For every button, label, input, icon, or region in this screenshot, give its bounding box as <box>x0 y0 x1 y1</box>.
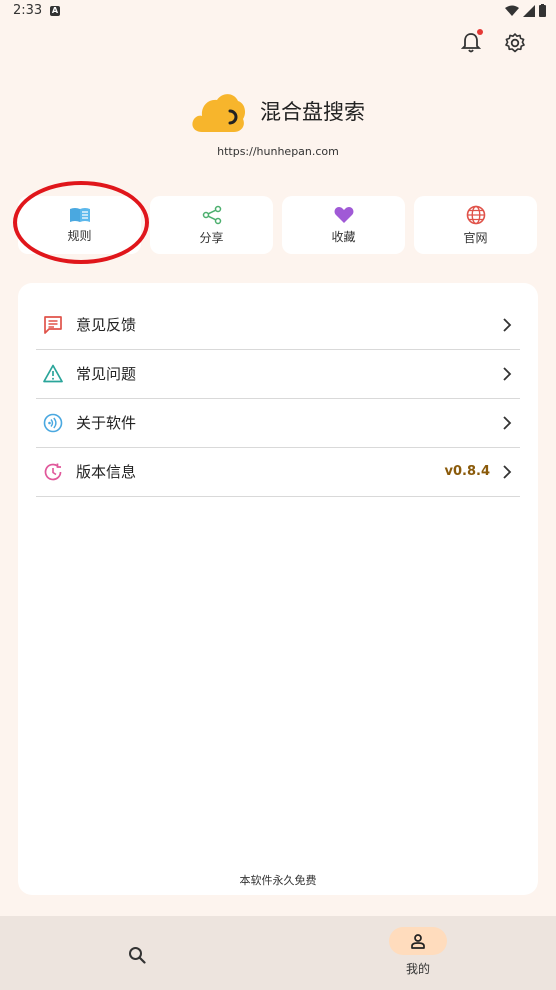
chevron-right-icon <box>503 317 512 332</box>
status-time: 2:33 <box>13 3 43 18</box>
menu-label-faq: 常见问题 <box>76 365 137 383</box>
app-title: 混合盘搜索 <box>260 100 365 124</box>
favorites-label: 收藏 <box>331 229 356 244</box>
bottom-navigation: 我的 <box>0 916 556 990</box>
official-site-button[interactable]: 官网 <box>414 196 537 254</box>
version-value: v0.8.4 <box>444 464 491 479</box>
site-url: https://hunhepan.com <box>217 145 339 158</box>
menu-item-faq[interactable]: 常见问题 <box>36 349 520 399</box>
nav-me-label: 我的 <box>405 962 430 976</box>
gear-icon <box>505 33 525 53</box>
notifications-button[interactable] <box>457 29 485 57</box>
menu-label-about: 关于软件 <box>76 414 137 432</box>
menu-item-about[interactable]: 关于软件 <box>36 398 520 448</box>
menu-item-version[interactable]: 版本信息 v0.8.4 <box>36 447 520 497</box>
heart-icon <box>334 206 353 223</box>
notification-a-icon: A <box>50 6 60 16</box>
info-icon <box>42 412 64 434</box>
menu-item-feedback[interactable]: 意见反馈 <box>36 300 520 350</box>
history-icon <box>42 461 64 483</box>
nav-me-button[interactable] <box>389 927 447 955</box>
person-icon <box>411 934 425 949</box>
menu-label-version: 版本信息 <box>76 463 137 481</box>
favorites-button[interactable]: 收藏 <box>282 196 405 254</box>
status-icons <box>505 4 546 17</box>
share-icon <box>202 205 221 224</box>
wifi-icon <box>505 5 519 16</box>
official-site-label: 官网 <box>463 230 488 245</box>
warning-icon <box>42 363 64 385</box>
battery-icon <box>539 4 546 17</box>
notification-dot <box>477 29 483 35</box>
rules-button[interactable]: 规则 <box>18 196 141 254</box>
globe-icon <box>466 205 485 224</box>
cloud-logo-icon <box>192 94 246 132</box>
rules-label: 规则 <box>67 228 92 243</box>
free-software-note: 本软件永久免费 <box>239 874 317 887</box>
share-button[interactable]: 分享 <box>150 196 273 254</box>
menu-label-feedback: 意见反馈 <box>76 316 137 334</box>
status-bar: 2:33 A <box>0 0 556 24</box>
book-icon <box>69 207 90 222</box>
chevron-right-icon <box>503 464 512 479</box>
share-label: 分享 <box>199 230 224 245</box>
chevron-right-icon <box>503 415 512 430</box>
settings-button[interactable] <box>501 29 529 57</box>
app-header: 混合盘搜索 <box>190 86 365 136</box>
signal-icon <box>523 4 535 17</box>
feedback-icon <box>42 314 64 336</box>
search-icon <box>129 947 146 964</box>
nav-search-button[interactable] <box>122 940 152 970</box>
chevron-right-icon <box>503 366 512 381</box>
bell-icon <box>461 33 481 53</box>
menu-card: 意见反馈 常见问题 关于软件 版本信息 v0.8.4 本软件永久免费 <box>18 283 538 895</box>
